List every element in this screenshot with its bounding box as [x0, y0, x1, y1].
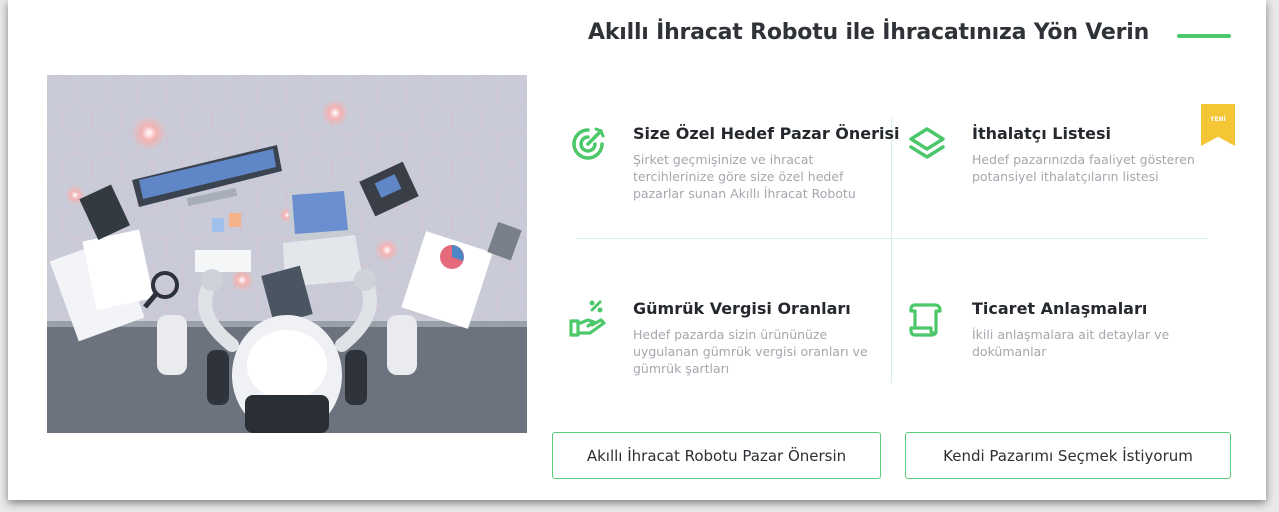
feature-description: Hedef pazarda sizin ürününüze uygulanan …	[633, 327, 868, 376]
feature-description: Hedef pazarınızda faaliyet gösteren pota…	[972, 152, 1195, 184]
feature-grid-vertical-divider	[891, 118, 892, 383]
feature-description: İkili anlaşmalara ait detaylar ve doküma…	[972, 327, 1170, 359]
layers-icon	[907, 124, 947, 164]
robot-at-desk-illustration	[47, 75, 527, 433]
feature-customs-tariffs: Gümrük Vergisi Oranları Hedef pazarda si…	[568, 299, 888, 389]
hand-percent-icon	[568, 299, 608, 339]
target-arrow-icon	[568, 124, 608, 164]
choose-own-market-button[interactable]: Kendi Pazarımı Seçmek İstiyorum	[905, 432, 1231, 479]
feature-title: İthalatçı Listesi	[972, 124, 1111, 143]
title-accent-bar	[1177, 34, 1231, 38]
feature-grid-horizontal-divider	[577, 238, 1207, 239]
feature-target-market: Size Özel Hedef Pazar Önerisi Şirket geç…	[568, 124, 900, 214]
scroll-document-icon	[907, 299, 947, 339]
feature-title: Ticaret Anlaşmaları	[972, 299, 1148, 318]
feature-importer-list: İthalatçı Listesi Hedef pazarınızda faal…	[907, 124, 1217, 214]
feature-title: Size Özel Hedef Pazar Önerisi	[633, 124, 900, 143]
robot-suggest-button[interactable]: Akıllı İhracat Robotu Pazar Önersin	[552, 432, 881, 479]
feature-description: Şirket geçmişinize ve ihracat tercihleri…	[633, 152, 856, 201]
feature-trade-agreements: Ticaret Anlaşmaları İkili anlaşmalara ai…	[907, 299, 1217, 389]
page-title: Akıllı İhracat Robotu ile İhracatınıza Y…	[588, 20, 1150, 45]
feature-title: Gümrük Vergisi Oranları	[633, 299, 851, 318]
